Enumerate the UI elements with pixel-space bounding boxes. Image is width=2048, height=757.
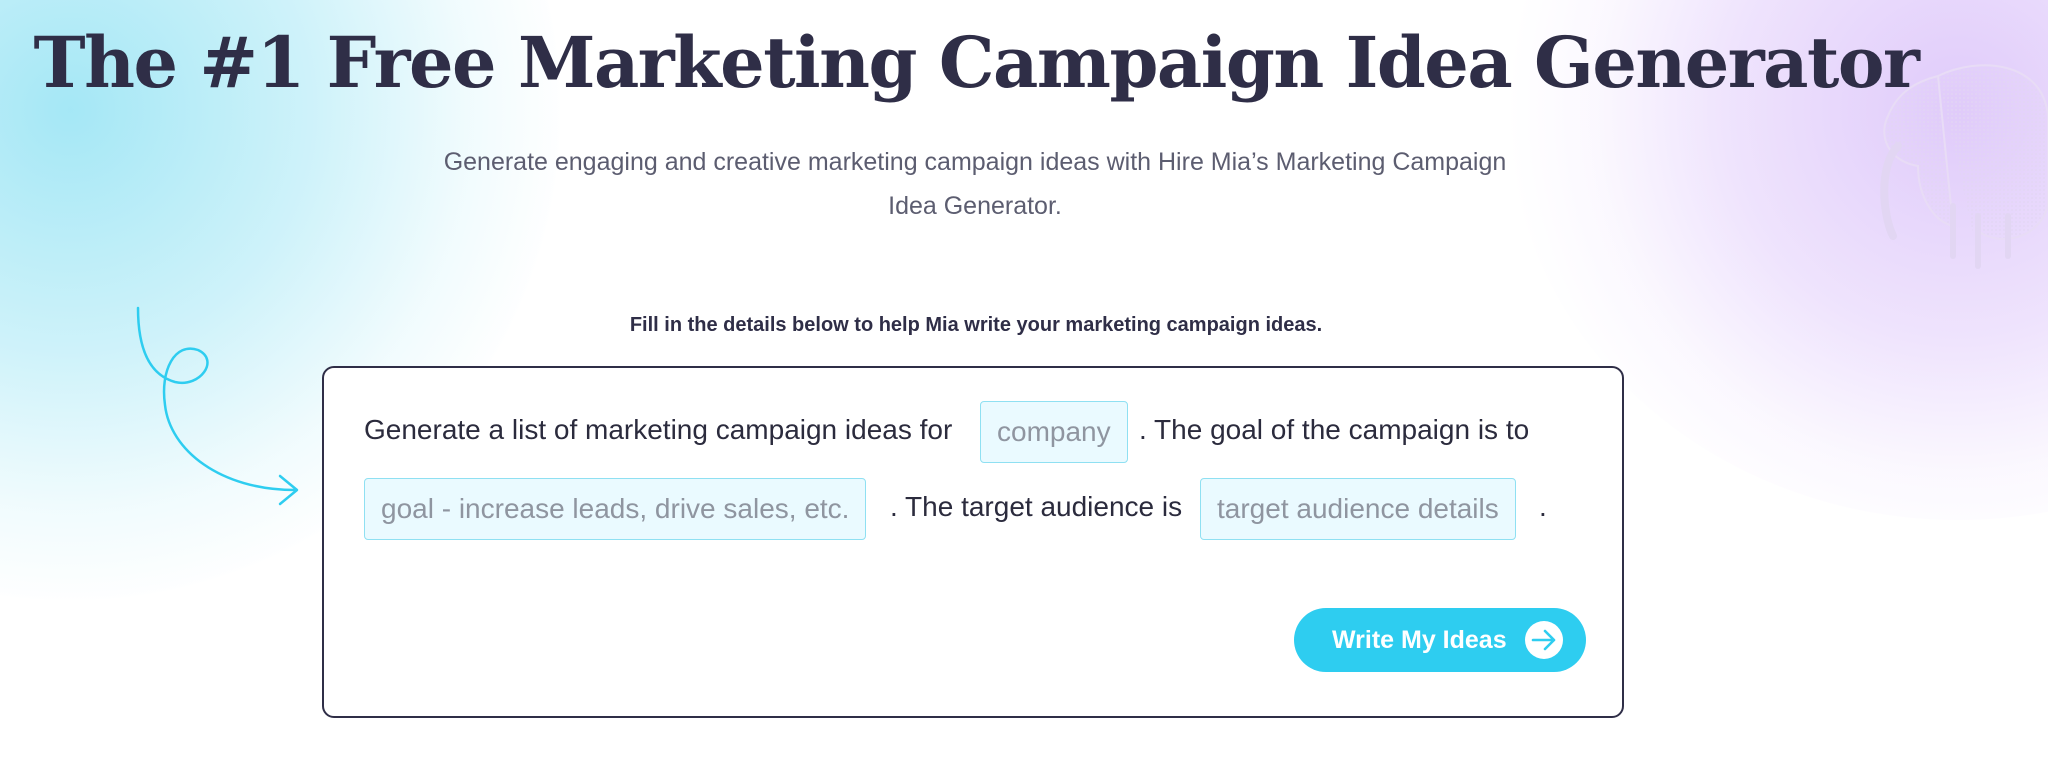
target-audience-input[interactable]: target audience details [1200, 478, 1516, 540]
subtitle-line-1: Generate engaging and creative marketing… [443, 148, 1507, 176]
goal-input[interactable]: goal - increase leads, drive sales, etc. [364, 478, 867, 540]
subtitle-line-2: Idea Generator. [888, 192, 1062, 220]
write-my-ideas-button[interactable]: Write My Ideas [1294, 608, 1586, 672]
form-text-part-3: . The target audience is [890, 491, 1183, 522]
form-text-part-1: Generate a list of marketing campaign id… [364, 414, 953, 445]
curly-arrow-icon [136, 306, 299, 506]
write-my-ideas-label: Write My Ideas [1332, 626, 1507, 654]
page-subtitle: Generate engaging and creative marketing… [420, 140, 1530, 228]
company-input[interactable]: company [980, 401, 1128, 463]
page-title: The #1 Free Marketing Campaign Idea Gene… [33, 21, 1920, 104]
form-text-part-2: . The goal of the campaign is to [1139, 414, 1530, 445]
arrow-right-circle-icon [1525, 621, 1563, 659]
form-text-part-4: . [1539, 491, 1547, 522]
page: The #1 Free Marketing Campaign Idea Gene… [0, 0, 2048, 757]
campaign-form-card: Generate a list of marketing campaign id… [322, 366, 1624, 718]
